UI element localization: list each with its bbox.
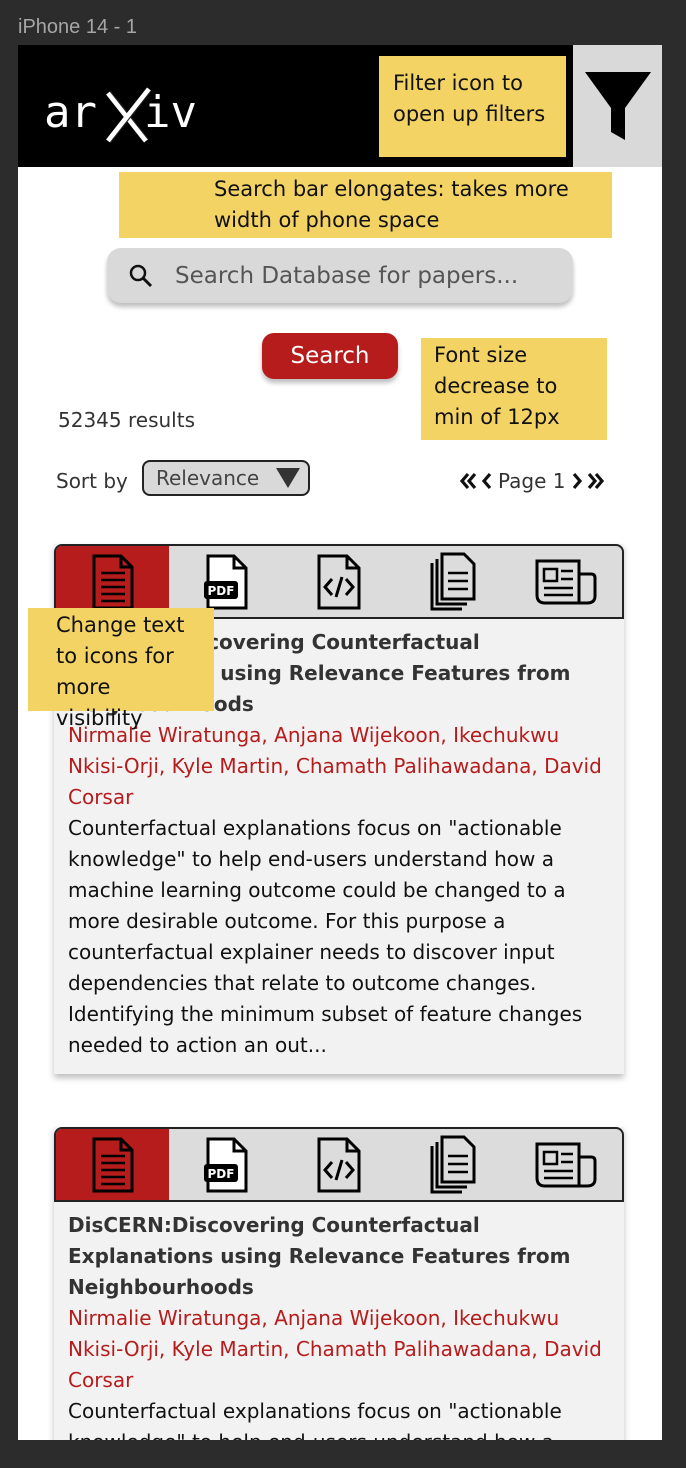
- svg-text:iv: iv: [144, 87, 197, 138]
- search-bar[interactable]: [107, 248, 573, 303]
- header: ar iv Filter icon to open up filters: [18, 45, 662, 167]
- page-label: Page 1: [498, 469, 566, 493]
- tab-abstract[interactable]: [56, 1129, 170, 1200]
- annotation-font-size: Font size decrease to min of 12px: [421, 338, 607, 440]
- tab-copy[interactable]: [396, 546, 509, 617]
- tab-copy[interactable]: [396, 1129, 509, 1200]
- document-icon: [91, 1136, 135, 1194]
- tab-pdf[interactable]: PDF: [169, 1129, 282, 1200]
- paper-authors[interactable]: Nirmalie Wiratunga, Anjana Wijekoon, Ike…: [68, 1303, 610, 1396]
- pagination: Page 1: [460, 469, 604, 493]
- paper-authors[interactable]: Nirmalie Wiratunga, Anjana Wijekoon, Ike…: [68, 720, 610, 813]
- tab-news[interactable]: [509, 546, 622, 617]
- copy-icon: [426, 1134, 478, 1196]
- next-page-icon[interactable]: [572, 472, 582, 490]
- news-icon: [533, 556, 597, 608]
- sort-selected-value: Relevance: [156, 466, 260, 490]
- sort-dropdown[interactable]: Relevance: [142, 460, 310, 496]
- annotation-filter: Filter icon to open up filters: [379, 56, 566, 157]
- last-page-icon[interactable]: [587, 472, 604, 490]
- svg-text:PDF: PDF: [207, 584, 234, 598]
- prev-page-icon[interactable]: [482, 472, 492, 490]
- news-icon: [533, 1139, 597, 1191]
- phone-screen: ar iv Filter icon to open up filters Sea…: [18, 45, 662, 1440]
- sort-label: Sort by: [56, 469, 128, 493]
- triangle-down-icon: [276, 468, 300, 488]
- paper-body: DisCERN:Discovering Counterfactual Expla…: [54, 1202, 624, 1440]
- tab-news[interactable]: [509, 1129, 622, 1200]
- first-page-icon[interactable]: [460, 472, 476, 490]
- svg-text:ar: ar: [44, 87, 97, 138]
- filter-button[interactable]: [573, 45, 662, 167]
- tab-code[interactable]: [282, 1129, 395, 1200]
- code-icon: [315, 553, 363, 611]
- copy-icon: [426, 551, 478, 613]
- pdf-icon: PDF: [202, 1136, 250, 1194]
- frame-label: iPhone 14 - 1: [18, 16, 137, 38]
- pdf-icon: PDF: [202, 553, 250, 611]
- results-count: 52345 results: [58, 408, 195, 432]
- code-icon: [315, 1136, 363, 1194]
- paper-card: PDF DisCERN:Discovering Counterfactual: [54, 1127, 624, 1440]
- search-input[interactable]: [175, 262, 535, 289]
- search-button[interactable]: Search: [262, 333, 398, 379]
- annotation-search: Search bar elongates: takes more width o…: [119, 172, 612, 238]
- paper-tabs: PDF: [54, 1127, 624, 1202]
- tab-pdf[interactable]: PDF: [169, 546, 282, 617]
- search-icon: [129, 264, 153, 288]
- arxiv-logo[interactable]: ar iv: [44, 79, 234, 149]
- paper-title[interactable]: DisCERN:Discovering Counterfactual Expla…: [68, 1210, 610, 1303]
- annotation-icons: Change text to icons for more visibility: [28, 608, 214, 730]
- tab-code[interactable]: [282, 546, 395, 617]
- document-icon: [91, 553, 135, 611]
- paper-abstract: Counterfactual explanations focus on "ac…: [68, 816, 583, 1057]
- svg-text:PDF: PDF: [207, 1167, 234, 1181]
- paper-abstract: Counterfactual explanations focus on "ac…: [68, 1399, 562, 1440]
- tab-abstract[interactable]: [56, 546, 170, 617]
- filter-icon: [583, 68, 653, 144]
